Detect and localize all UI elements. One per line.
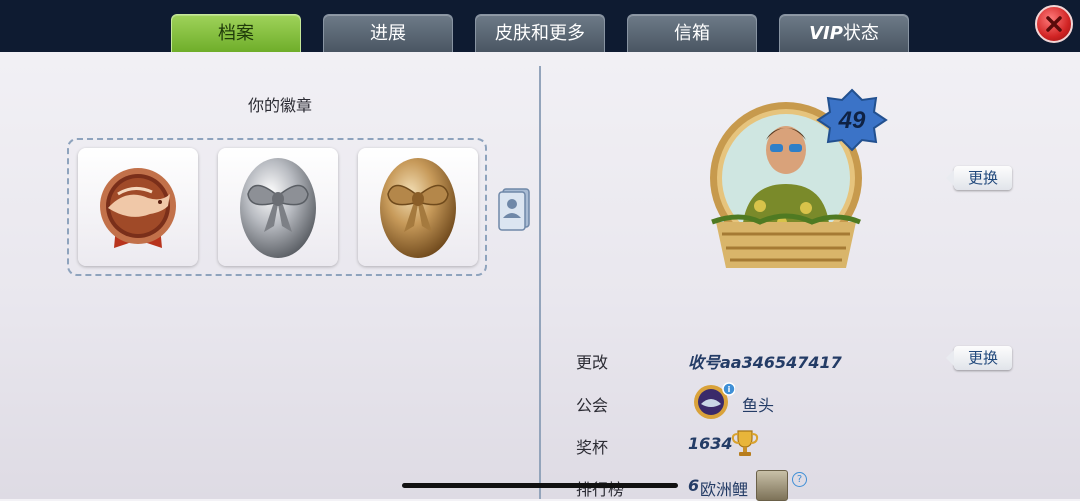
- tab-skins[interactable]: 皮肤和更多: [475, 14, 605, 52]
- badge-bronze-egg[interactable]: [358, 148, 478, 266]
- avatar-basket-icon: 49: [710, 88, 888, 268]
- guild-name[interactable]: 鱼头: [742, 392, 774, 416]
- level-number: 49: [838, 107, 866, 134]
- change-name-button[interactable]: 更换: [946, 346, 1012, 370]
- status-label: 状态: [842, 23, 879, 44]
- badges-title: 你的徽章: [247, 96, 312, 115]
- fish-medal-icon: [100, 168, 176, 248]
- badge-fish-medal[interactable]: [78, 148, 198, 266]
- guild-emblem-icon: i: [694, 382, 736, 419]
- guild-label: 公会: [576, 396, 609, 415]
- player-avatar: 49: [700, 88, 890, 278]
- trophy-label: 奖杯: [576, 438, 609, 457]
- ranking-region[interactable]: 欧洲鲤: [700, 476, 748, 500]
- ranking-value: 6: [688, 476, 700, 495]
- close-icon: [1046, 16, 1062, 32]
- account-name: 收号aa346547417: [688, 353, 842, 372]
- tab-profile[interactable]: 档案: [171, 14, 301, 52]
- vip-label: VIP: [809, 23, 843, 44]
- help-icon[interactable]: ?: [792, 472, 807, 487]
- id-card-icon: [498, 188, 530, 231]
- guild-emblem[interactable]: i: [693, 382, 736, 420]
- silver-egg-icon: [240, 158, 316, 258]
- trophy-icon: [731, 428, 759, 458]
- change-avatar-button[interactable]: 更换: [946, 166, 1012, 190]
- fish-thumbnail[interactable]: [756, 470, 788, 501]
- home-indicator[interactable]: [402, 483, 678, 488]
- panel-divider: [539, 66, 541, 499]
- close-button[interactable]: [1035, 5, 1073, 43]
- change-label: 更改: [576, 353, 609, 372]
- trophy-count: 1634: [688, 434, 733, 453]
- tab-progress[interactable]: 进展: [323, 14, 453, 52]
- ranking-label: 排行榜: [576, 480, 625, 499]
- badge-silver-egg[interactable]: [218, 148, 338, 266]
- tab-vip-status[interactable]: VIP状态: [779, 14, 909, 52]
- tab-mailbox[interactable]: 信箱: [627, 14, 757, 52]
- id-card-button[interactable]: [497, 186, 531, 232]
- svg-text:i: i: [728, 385, 731, 394]
- bronze-egg-icon: [380, 158, 456, 258]
